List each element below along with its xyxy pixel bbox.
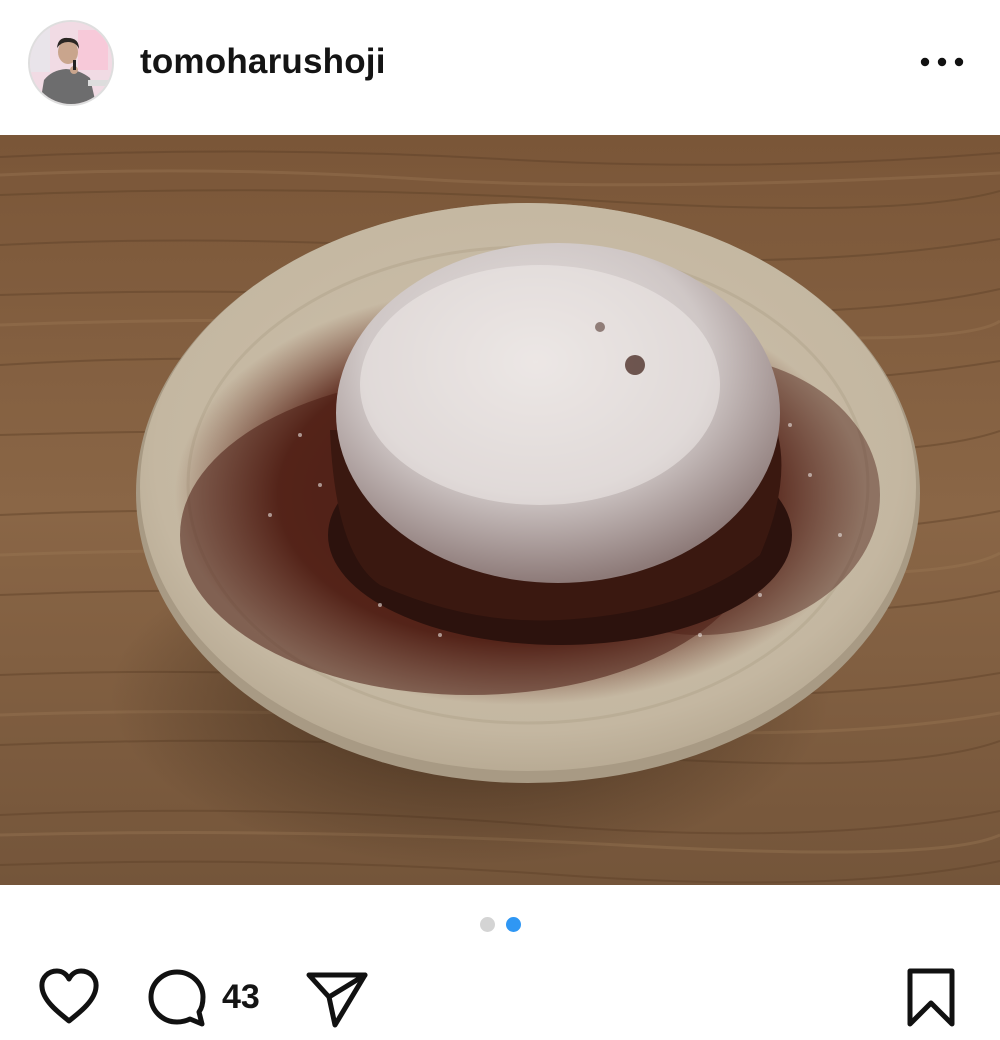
paper-plane-icon[interactable] xyxy=(305,967,369,1029)
comment-bubble-icon[interactable] xyxy=(146,967,208,1029)
heart-icon[interactable] xyxy=(37,967,101,1027)
carousel-indicator xyxy=(0,915,1000,935)
carousel-dot-1 xyxy=(479,917,495,932)
post-photo[interactable] xyxy=(0,135,1000,885)
post-action-bar: 43 xyxy=(0,960,1000,1035)
post-header: tomoharushoji xyxy=(0,0,1000,135)
cake-photo-illustration xyxy=(0,135,1000,885)
bookmark-icon[interactable] xyxy=(902,966,960,1030)
comment-count[interactable]: 43 xyxy=(222,977,260,1017)
more-options-icon[interactable] xyxy=(912,44,972,80)
avatar[interactable] xyxy=(28,20,114,106)
avatar-image xyxy=(30,22,112,104)
username[interactable]: tomoharushoji xyxy=(140,40,386,84)
carousel-dot-2 xyxy=(505,917,521,932)
